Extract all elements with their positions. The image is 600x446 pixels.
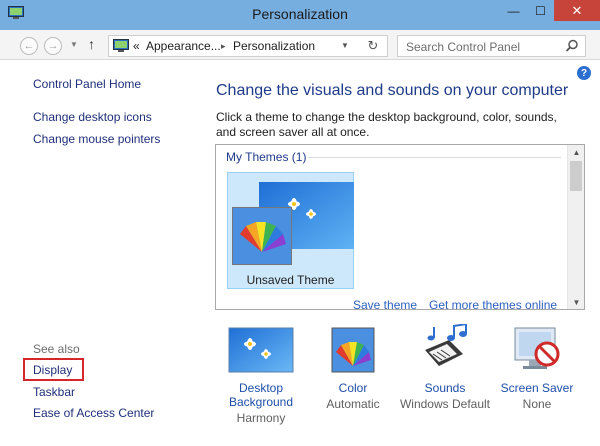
color-value: Automatic — [326, 397, 380, 411]
sounds-icon — [425, 324, 467, 366]
help-icon[interactable]: ? — [577, 66, 591, 80]
up-arrow-icon: ↑ — [88, 36, 95, 52]
ease-of-access-center-link[interactable]: Ease of Access Center — [33, 406, 154, 420]
refresh-icon: ↻ — [367, 38, 379, 53]
theme-tile-label: Unsaved Theme — [246, 273, 335, 287]
navigation-bar: ← → ▼ ↑ « Appearance... ▸ Personalizatio… — [0, 30, 600, 60]
scroll-up-button[interactable]: ▲ — [568, 145, 584, 159]
get-more-themes-link[interactable]: Get more themes online — [429, 298, 557, 309]
color-label: Color — [338, 381, 368, 395]
see-also-label: See also — [33, 342, 80, 356]
refresh-button[interactable]: ↻ — [364, 37, 382, 55]
group-divider — [308, 157, 561, 158]
back-button[interactable]: ← — [20, 37, 38, 55]
sounds-value: Windows Default — [399, 397, 491, 411]
sounds-label: Sounds — [424, 381, 466, 395]
scroll-down-button[interactable]: ▼ — [568, 295, 584, 309]
desktop-background-label-line1: Desktop — [238, 381, 284, 395]
taskbar-link[interactable]: Taskbar — [33, 385, 75, 399]
desktop-background-label-line2: Background — [228, 395, 294, 409]
desktop-background-label: Desktop Background — [211, 381, 311, 409]
forward-button[interactable]: → — [44, 37, 62, 55]
save-theme-link[interactable]: Save theme — [353, 298, 417, 309]
color-palette-icon — [233, 208, 291, 264]
search-placeholder: Search Control Panel — [406, 40, 521, 54]
window-controls: — ☐ ✕ — [500, 0, 600, 22]
screen-saver-icon — [514, 327, 560, 369]
search-input[interactable]: Search Control Panel — [397, 35, 586, 57]
scroll-thumb[interactable] — [570, 161, 582, 191]
address-bar[interactable]: « Appearance... ▸ Personalization ▼ ↻ — [108, 35, 388, 57]
recent-pages-dropdown[interactable]: ▼ — [70, 40, 78, 49]
address-dropdown-button[interactable]: ▼ — [341, 41, 349, 50]
page-description: Click a theme to change the desktop back… — [216, 110, 557, 139]
desktop-background-icon — [228, 327, 294, 373]
screen-saver-label: Screen Saver — [500, 381, 574, 395]
breadcrumb-personalization[interactable]: Personalization — [233, 39, 315, 53]
theme-tile-unsaved[interactable]: Unsaved Theme — [227, 172, 354, 289]
breadcrumb-appearance[interactable]: Appearance... — [146, 39, 221, 53]
title-bar: Personalization — ☐ ✕ — [0, 0, 600, 30]
themes-scrollbar[interactable]: ▲ ▼ — [567, 145, 584, 309]
breadcrumb-overflow[interactable]: « — [133, 39, 140, 53]
page-heading: Change the visuals and sounds on your co… — [216, 82, 569, 99]
desktop-background-value: Harmony — [236, 411, 286, 425]
display-link[interactable]: Display — [33, 363, 72, 377]
control-panel-icon — [113, 39, 129, 52]
content-area: ? Control Panel Home Change desktop icon… — [0, 60, 600, 446]
color-icon — [331, 327, 375, 373]
close-button[interactable]: ✕ — [554, 0, 600, 21]
screen-saver-value: None — [522, 397, 552, 411]
back-arrow-icon: ← — [23, 40, 35, 52]
maximize-button[interactable]: ☐ — [527, 0, 554, 21]
change-desktop-icons-link[interactable]: Change desktop icons — [33, 110, 152, 124]
themes-list: My Themes (1) Unsaved Theme ▲ ▼ Save the… — [215, 144, 585, 310]
minimize-button[interactable]: — — [500, 0, 527, 21]
my-themes-group-label: My Themes (1) — [226, 150, 307, 164]
control-panel-home-link[interactable]: Control Panel Home — [33, 77, 141, 91]
change-mouse-pointers-link[interactable]: Change mouse pointers — [33, 132, 160, 146]
color-thumbnail — [232, 207, 292, 265]
breadcrumb-separator[interactable]: ▸ — [221, 41, 226, 52]
up-button[interactable]: ↑ — [88, 36, 95, 52]
forward-arrow-icon: → — [47, 40, 59, 52]
search-icon — [565, 39, 578, 52]
